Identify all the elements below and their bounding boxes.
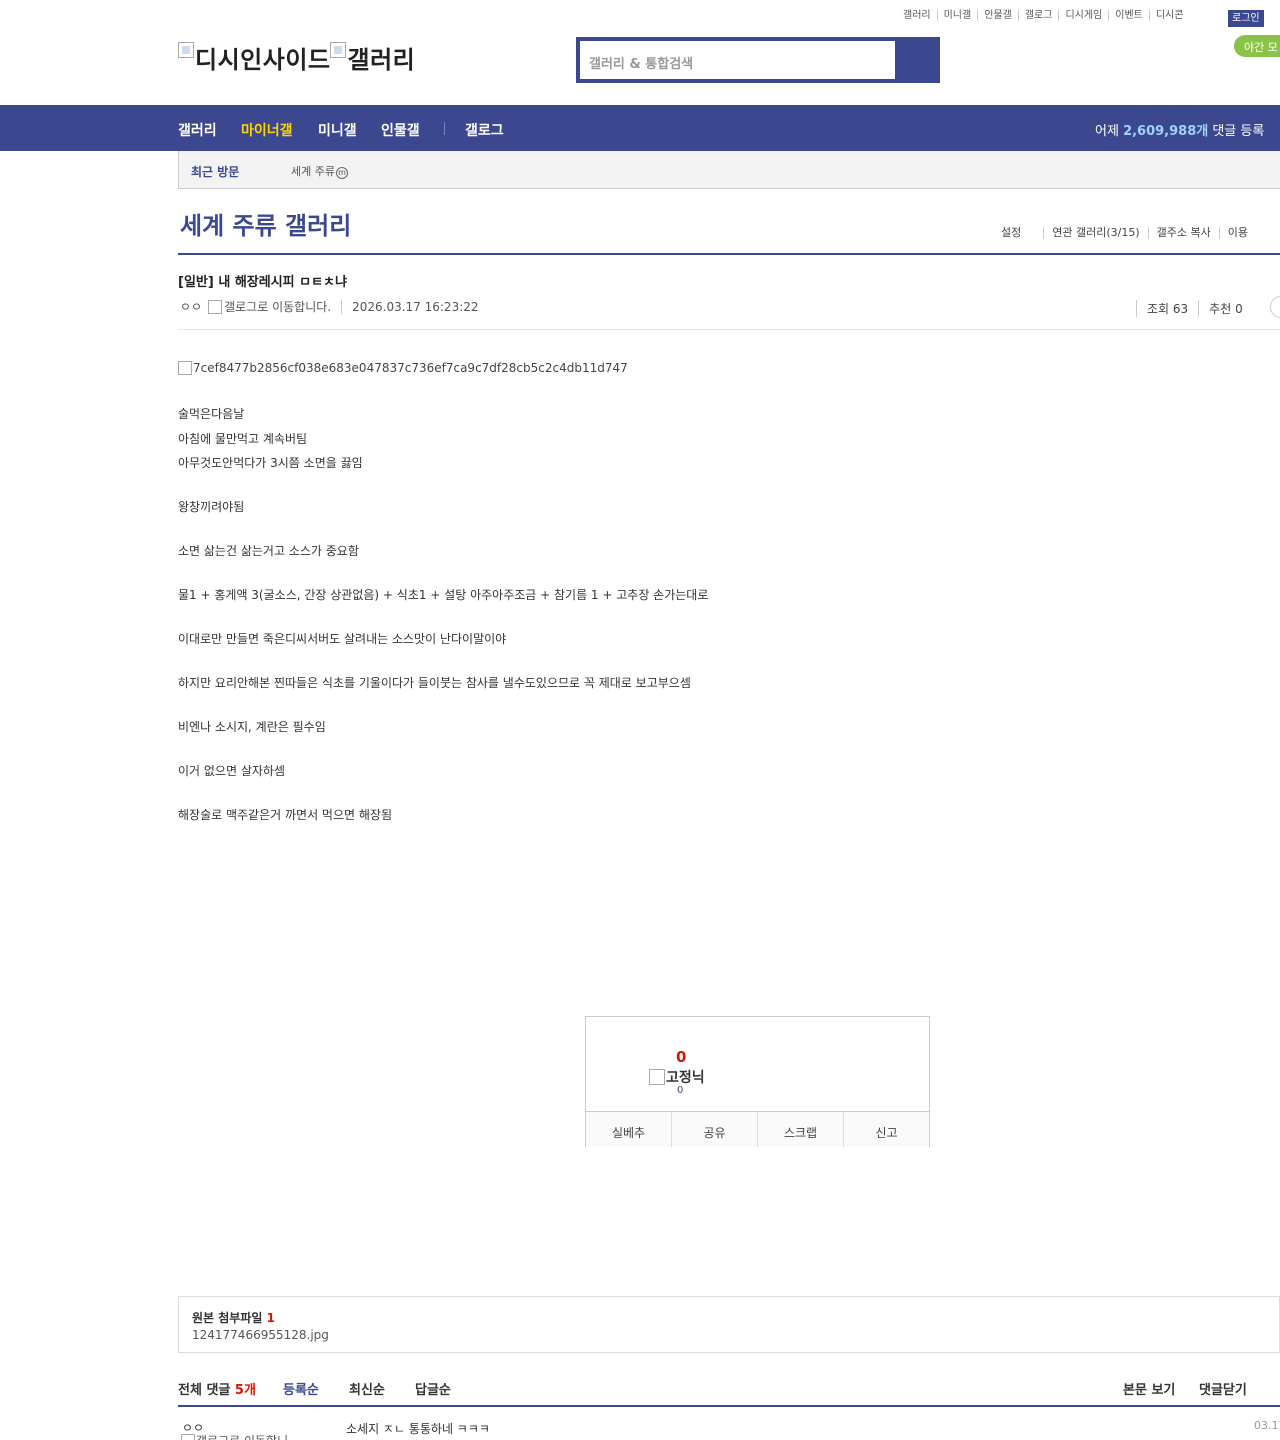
body-line: 비엔나 소시지, 계란은 필수임	[178, 720, 326, 734]
recent-gallery-name: 세계 주류	[291, 165, 335, 178]
util-event[interactable]: 이벤트	[1108, 10, 1149, 21]
post-author[interactable]: ㅇㅇ	[180, 298, 202, 315]
comment-gallog-alt: 갤로그로 이동합니	[196, 1432, 288, 1440]
post-stats: 조회 63 추천 0	[1136, 300, 1253, 317]
nav-divider	[444, 122, 445, 135]
scrap-button[interactable]: 스크랩	[757, 1112, 843, 1147]
body-line: 물1 + 홍게액 3(굴소스, 간장 상관없음) + 식초1 + 설탕 아주아주…	[178, 588, 709, 602]
gallery-divider	[178, 253, 1280, 255]
body-line: 해장술로 맥주같은거 까면서 먹으면 해장됨	[178, 808, 392, 822]
attachment-count: 1	[266, 1311, 275, 1325]
body-line: 이대로만 만들면 죽은디씨서버도 살려내는 소스맛이 난다이말이야	[178, 632, 507, 646]
post-image-alt: 7cef8477b2856cf038e683e047837c736ef7ca9c…	[193, 361, 628, 375]
stat-prefix: 어제	[1095, 124, 1124, 139]
recent-gallery-link[interactable]: 세계 주류 m	[291, 163, 348, 179]
comment-stat: 어제 2,609,988개 댓글 등록	[1095, 120, 1264, 139]
broken-image-icon	[178, 42, 194, 58]
search-input[interactable]: 갤러리 & 통합검색	[580, 41, 895, 79]
upvote-count: 0	[676, 1048, 687, 1066]
settings-link[interactable]: 설정	[1001, 227, 1043, 239]
post-info: ㅇㅇ 갤로그로 이동합니다. 2026.03.17 16:23:22	[180, 298, 479, 315]
body-line: 하지만 요리안해본 찐따들은 식초를 기울이다가 들이붓는 참사를 낼수도있으므…	[178, 676, 691, 690]
fixed-nick-vote[interactable]: 고정닉	[649, 1067, 705, 1087]
main-nav: 갤러리 마이너갤 미니갤 인물갤 갤로그 어제 2,609,988개 댓글 등록	[0, 105, 1280, 151]
gallog-icon[interactable]	[208, 299, 223, 314]
body-line: 소면 삶는건 삶는거고 소스가 중요함	[178, 544, 359, 558]
post-recommend: 추천 0	[1198, 300, 1253, 317]
util-persongal[interactable]: 인물갤	[977, 10, 1018, 21]
comment-text: 소세지 ㅈㄴ 통통하네 ㅋㅋㅋ	[346, 1422, 490, 1436]
attachment-box: 원본 첨부파일 1 124177466955128.jpg	[178, 1296, 1280, 1353]
sort-replies[interactable]: 답글순	[415, 1379, 451, 1398]
broken-image-icon	[178, 361, 192, 375]
fixed-nick-label: 고정닉	[666, 1070, 705, 1086]
nav-gallery[interactable]: 갤러리	[178, 120, 217, 140]
attachment-label: 원본 첨부파일	[192, 1311, 263, 1325]
comment-total-count: 5개	[234, 1383, 256, 1398]
broken-image-icon	[330, 42, 347, 58]
vote-actions: 실베추 공유 스크랩 신고	[586, 1111, 929, 1147]
gallery-tools: 설정 연관 갤러리(3/15) 갤주소 복사 이용	[1001, 227, 1256, 239]
view-body-button[interactable]: 본문 보기	[1123, 1379, 1175, 1398]
broken-image-icon	[649, 1069, 665, 1085]
util-links: 갤러리 미니갤 인물갤 갤로그 디시게임 이벤트 디시콘	[903, 10, 1189, 21]
post-views: 조회 63	[1136, 300, 1198, 317]
util-gallery[interactable]: 갤러리	[903, 10, 937, 21]
logo-site-text: 디시인사이드	[195, 46, 331, 74]
comment-divider	[178, 1405, 1280, 1407]
comment-total-label: 전체 댓글	[178, 1383, 231, 1398]
comment-gallog[interactable]: 갤로그로 이동합니	[181, 1432, 288, 1440]
util-minigal[interactable]: 미니갤	[936, 10, 978, 21]
search-bar: 갤러리 & 통합검색	[576, 37, 940, 83]
vote-box: 0 고정닉 0 실베추 공유 스크랩 신고	[585, 1016, 930, 1147]
gallog-alt[interactable]: 갤로그로 이동합니다.	[224, 298, 331, 315]
nav-mini-gallery[interactable]: 미니갤	[318, 120, 357, 140]
report-button[interactable]: 신고	[843, 1112, 929, 1147]
search-placeholder: 갤러리 & 통합검색	[589, 57, 694, 72]
usage-link[interactable]: 이용	[1218, 227, 1256, 239]
post-title: [일반] 내 해장레시피 ㅁㅌㅊ냐	[178, 275, 347, 290]
body-line: 술먹은다음날	[178, 407, 245, 421]
util-dcgame[interactable]: 디시게임	[1058, 10, 1108, 21]
recent-visits: 최근 방문 세계 주류 m	[178, 151, 1280, 189]
nav-person-gallery[interactable]: 인물갤	[381, 120, 420, 140]
logo-sub-text: 갤러리	[347, 46, 416, 74]
stat-value: 2,609,988개	[1123, 124, 1209, 139]
night-mode-button[interactable]: 야간 모	[1234, 35, 1280, 57]
attachment-file[interactable]: 124177466955128.jpg	[192, 1328, 329, 1342]
stat-suffix: 댓글 등록	[1208, 124, 1265, 139]
sort-latest[interactable]: 최신순	[349, 1379, 385, 1398]
share-button[interactable]: 공유	[671, 1112, 757, 1147]
site-logo[interactable]: 디시인사이드 갤러리	[178, 40, 415, 75]
post-image[interactable]: 7cef8477b2856cf038e683e047837c736ef7ca9c…	[178, 361, 628, 375]
body-line: 아침에 물만먹고 계속버팀	[178, 432, 308, 446]
body-line: 왕창끼려야됨	[178, 500, 245, 514]
copy-address-link[interactable]: 갤주소 복사	[1147, 227, 1219, 239]
post-date: 2026.03.17 16:23:22	[341, 299, 479, 314]
nav-minor-gallery[interactable]: 마이너갤	[241, 120, 293, 140]
recent-label: 최근 방문	[191, 165, 240, 179]
attachment-header: 원본 첨부파일 1	[192, 1309, 275, 1326]
nav-gallog[interactable]: 갤로그	[465, 120, 504, 140]
close-comments-button[interactable]: 댓글닫기	[1199, 1379, 1247, 1398]
gallery-title[interactable]: 세계 주류 갤러리	[180, 206, 351, 241]
body-line: 이거 없으면 살자하셈	[178, 764, 285, 778]
util-dccon[interactable]: 디시콘	[1148, 10, 1190, 21]
post-divider	[178, 329, 1280, 330]
fixed-nick-count: 0	[677, 1085, 684, 1096]
comment-total: 전체 댓글 5개	[178, 1379, 256, 1398]
silbe-button[interactable]: 실베추	[586, 1112, 671, 1147]
minor-badge-icon: m	[335, 167, 348, 179]
login-button[interactable]: 로그인	[1228, 10, 1264, 27]
comment-date: 03.17	[1254, 1419, 1280, 1432]
util-gallog[interactable]: 갤로그	[1017, 10, 1059, 21]
sort-registered[interactable]: 등록순	[283, 1379, 319, 1398]
gallog-icon	[181, 1433, 195, 1440]
search-button[interactable]	[895, 37, 940, 83]
more-options-button[interactable]	[1270, 296, 1280, 318]
body-line: 아무것도안먹다가 3시쯤 소면을 끓임	[178, 456, 363, 470]
related-gallery-link[interactable]: 연관 갤러리(3/15)	[1043, 227, 1147, 239]
